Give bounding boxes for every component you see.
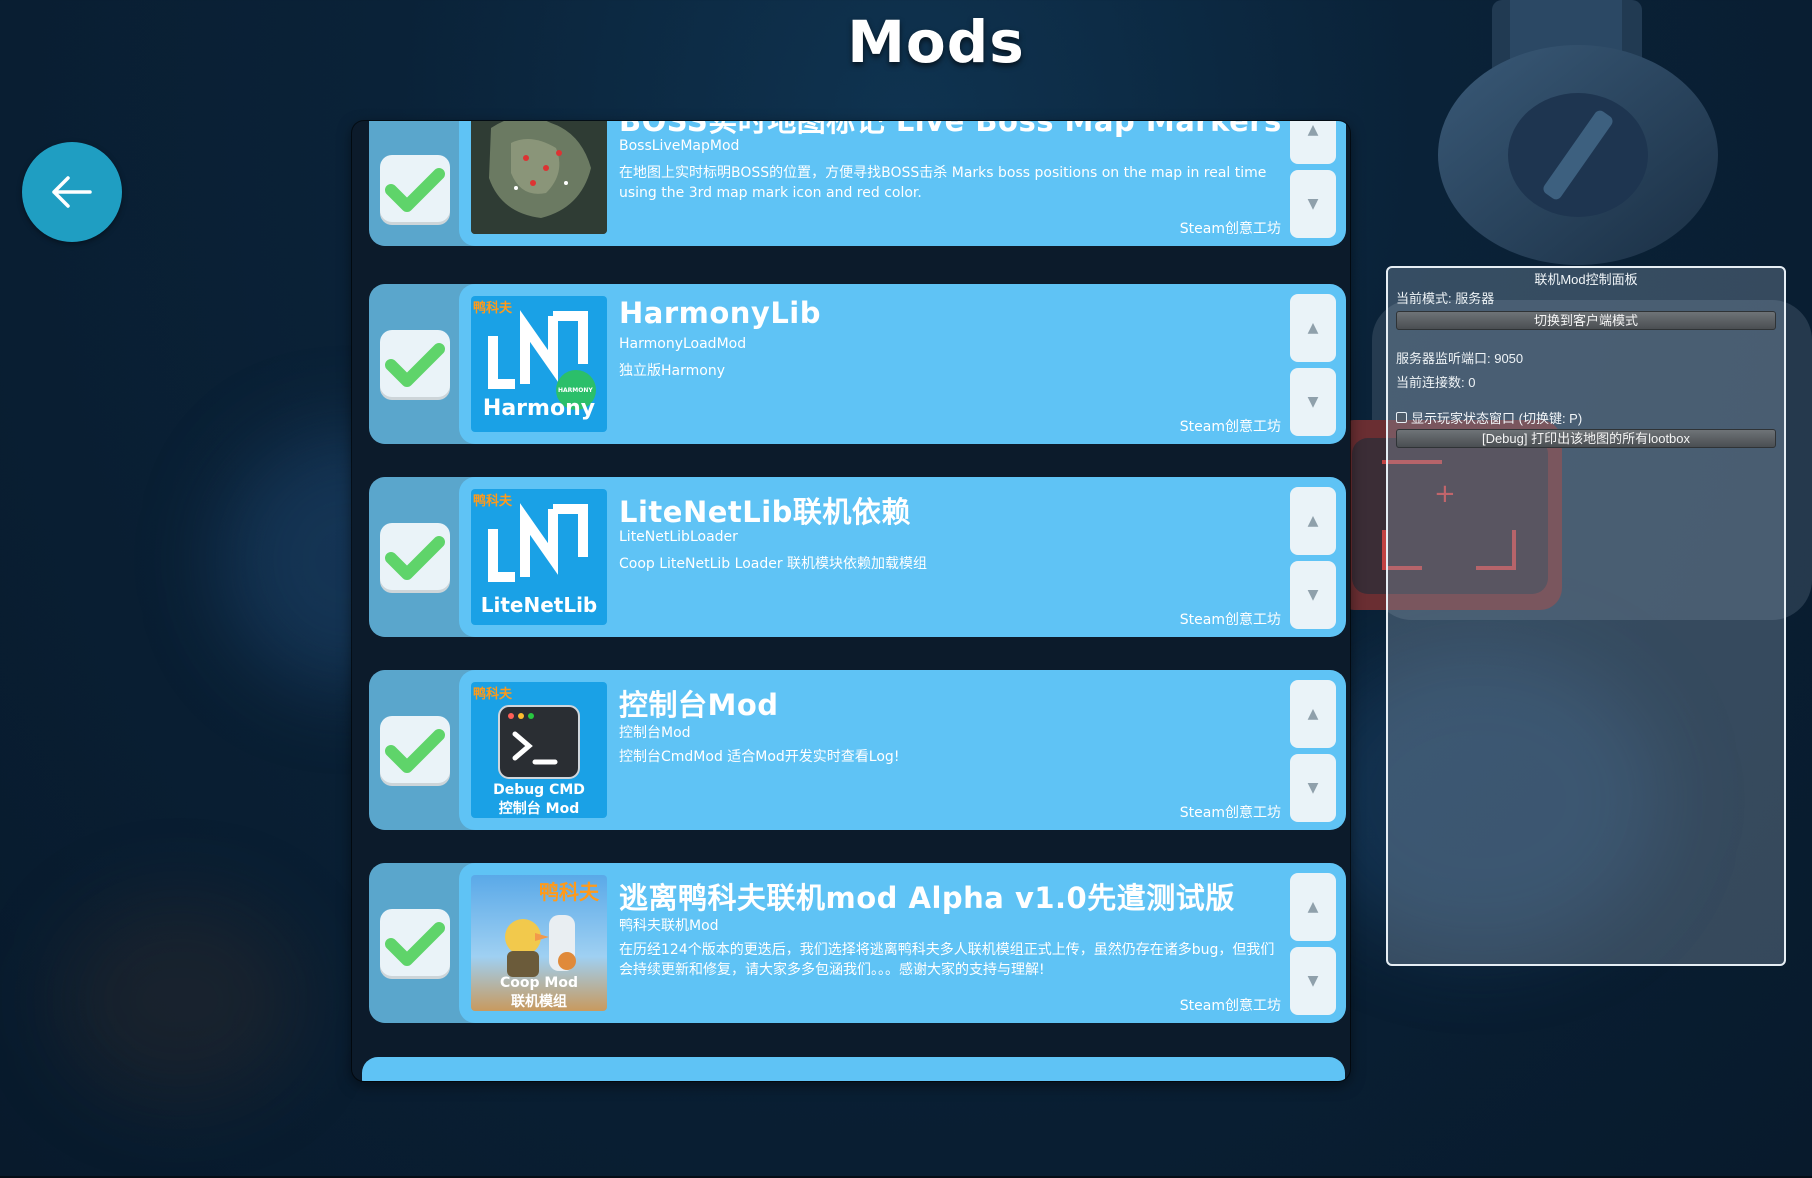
page-title: Mods xyxy=(847,8,1025,76)
mod-description: 独立版Harmony xyxy=(619,363,725,379)
triangle-down-icon: ▼ xyxy=(1307,394,1319,410)
move-up-button[interactable]: ▲ xyxy=(1290,121,1336,164)
mod-name: 逃离鸭科夫联机mod Alpha v1.0先遣测试版 xyxy=(619,881,1235,915)
back-button[interactable] xyxy=(22,142,122,242)
mod-id: 控制台Mod xyxy=(619,725,691,741)
move-down-button[interactable]: ▼ xyxy=(1290,561,1336,629)
mod-thumbnail-coop: 鸭科夫 Coop Mod 联机模组 xyxy=(471,875,607,1011)
triangle-down-icon: ▼ xyxy=(1307,196,1319,212)
toggle-checkbox[interactable] xyxy=(1396,412,1407,423)
triangle-up-icon: ▲ xyxy=(1307,706,1319,722)
thumb-caption: Coop Mod xyxy=(500,975,578,991)
mod-id: LiteNetLibLoader xyxy=(619,529,738,545)
thumb-caption: Debug CMD xyxy=(493,782,585,798)
mod-enabled-checkbox[interactable] xyxy=(380,716,450,786)
move-up-button[interactable]: ▲ xyxy=(1290,680,1336,748)
mod-source: Steam创意工坊 xyxy=(1179,612,1281,628)
debug-lootbox-button[interactable]: [Debug] 打印出该地图的所有lootbox xyxy=(1396,429,1776,448)
mods-list: BOSS实时地图标记 Live Boss Map Markers BossLiv… xyxy=(352,121,1350,1081)
mod-thumbnail-harmony: 鸭科夫 HARMONY Harmony xyxy=(471,296,607,432)
mod-card[interactable]: 鸭科夫 HARMONY Harmony HarmonyLib HarmonyLo… xyxy=(459,284,1346,444)
triangle-up-icon: ▲ xyxy=(1307,899,1319,915)
thumb-caption: 联机模组 xyxy=(511,994,567,1010)
arrow-left-icon xyxy=(52,176,92,208)
mod-name: HarmonyLib xyxy=(619,296,822,330)
move-down-button[interactable]: ▼ xyxy=(1290,947,1336,1015)
mod-source: Steam创意工坊 xyxy=(1179,221,1281,237)
current-mode-text: 当前模式: 服务器 xyxy=(1396,291,1495,306)
toggle-label: 显示玩家状态窗口 (切换键: P) xyxy=(1411,411,1583,426)
mod-description: Coop LiteNetLib Loader 联机模块依赖加载模组 xyxy=(619,556,928,572)
mod-card[interactable]: 鸭科夫 Coop Mod 联机模组 逃离鸭科夫联机mod Alpha v1.0先… xyxy=(459,863,1346,1023)
mod-source: Steam创意工坊 xyxy=(1179,419,1281,435)
checkmark-icon xyxy=(385,922,445,966)
move-up-button[interactable]: ▲ xyxy=(1290,873,1336,941)
checkmark-icon xyxy=(385,729,445,773)
mod-thumbnail-console: 鸭科夫 Debug CMD 控制台 Mod xyxy=(471,682,607,818)
mod-card[interactable]: BOSS实时地图标记 Live Boss Map Markers BossLiv… xyxy=(459,121,1346,246)
panel-title: 联机Mod控制面板 xyxy=(1534,272,1638,287)
mod-id: HarmonyLoadMod xyxy=(619,336,747,352)
thumb-caption: Harmony xyxy=(482,396,596,421)
thumb-caption: 控制台 Mod xyxy=(498,801,580,817)
mod-enabled-checkbox[interactable] xyxy=(380,909,450,979)
server-port-text: 服务器监听端口: 9050 xyxy=(1396,351,1524,366)
mod-card[interactable]: 鸭科夫 LiteNetLib LiteNetLib联机依赖 LiteNetLib… xyxy=(459,477,1346,637)
mods-list-frame[interactable]: BOSS实时地图标记 Live Boss Map Markers BossLiv… xyxy=(352,121,1350,1081)
mod-enabled-checkbox[interactable] xyxy=(380,155,450,225)
checkmark-icon xyxy=(385,343,445,387)
checkmark-icon xyxy=(385,168,445,212)
move-down-button[interactable]: ▼ xyxy=(1290,368,1336,436)
move-down-button[interactable]: ▼ xyxy=(1290,754,1336,822)
checkmark-icon xyxy=(385,536,445,580)
triangle-down-icon: ▼ xyxy=(1307,973,1319,989)
triangle-down-icon: ▼ xyxy=(1307,780,1319,796)
connections-text: 当前连接数: 0 xyxy=(1396,375,1476,390)
player-status-toggle[interactable]: 显示玩家状态窗口 (切换键: P) xyxy=(1396,408,1582,427)
mod-item: 鸭科夫 LiteNetLib LiteNetLib联机依赖 LiteNetLib… xyxy=(369,477,1346,637)
triangle-down-icon: ▼ xyxy=(1307,587,1319,603)
coop-control-panel: 联机Mod控制面板 当前模式: 服务器 切换到客户端模式 服务器监听端口: 90… xyxy=(1386,266,1786,966)
mod-item: 鸭科夫 Coop Mod 联机模组 逃离鸭科夫联机mod Alpha v1.0先… xyxy=(369,863,1346,1023)
triangle-up-icon: ▲ xyxy=(1307,122,1319,138)
mod-enabled-checkbox[interactable] xyxy=(380,523,450,593)
mod-description: 控制台CmdMod 适合Mod开发实时查看Log! xyxy=(619,749,900,765)
triangle-up-icon: ▲ xyxy=(1307,513,1319,529)
thumb-badge: HARMONY xyxy=(558,387,593,394)
move-down-button[interactable]: ▼ xyxy=(1290,170,1336,238)
mod-id: 鸭科夫联机Mod xyxy=(619,918,719,934)
mod-source: Steam创意工坊 xyxy=(1179,805,1281,821)
mod-thumbnail-litenetlib: 鸭科夫 LiteNetLib xyxy=(471,489,607,625)
mod-item: BOSS实时地图标记 Live Boss Map Markers BossLiv… xyxy=(369,121,1346,246)
move-up-button[interactable]: ▲ xyxy=(1290,294,1336,362)
mod-name: 控制台Mod xyxy=(619,688,779,722)
mod-item: 鸭科夫 Debug CMD 控制台 Mod 控制台Mod 控制台Mod 控制台C… xyxy=(369,670,1346,830)
mod-item: 鸭科夫 HARMONY Harmony HarmonyLib HarmonyLo… xyxy=(369,284,1346,444)
switch-to-client-button[interactable]: 切换到客户端模式 xyxy=(1396,311,1776,330)
mod-card[interactable]: 鸭科夫 Debug CMD 控制台 Mod 控制台Mod 控制台Mod 控制台C… xyxy=(459,670,1346,830)
mod-description: 在历经124个版本的更迭后，我们选择将逃离鸭科夫多人联机模组正式上传，虽然仍存在… xyxy=(619,942,1275,978)
move-up-button[interactable]: ▲ xyxy=(1290,487,1336,555)
mod-source: Steam创意工坊 xyxy=(1179,998,1281,1014)
mod-id: BossLiveMapMod xyxy=(619,138,740,154)
mod-item-partial xyxy=(362,1057,1345,1081)
mod-enabled-checkbox[interactable] xyxy=(380,330,450,400)
triangle-up-icon: ▲ xyxy=(1307,320,1319,336)
mod-thumbnail-map xyxy=(471,121,607,234)
map-image xyxy=(471,121,607,234)
thumb-caption: LiteNetLib xyxy=(480,593,598,617)
mod-name: LiteNetLib联机依赖 xyxy=(619,495,911,529)
background-glow xyxy=(60,900,300,1100)
mod-description: 在地图上实时标明BOSS的位置，方便寻找BOSS击杀 Marks boss po… xyxy=(619,165,1267,201)
